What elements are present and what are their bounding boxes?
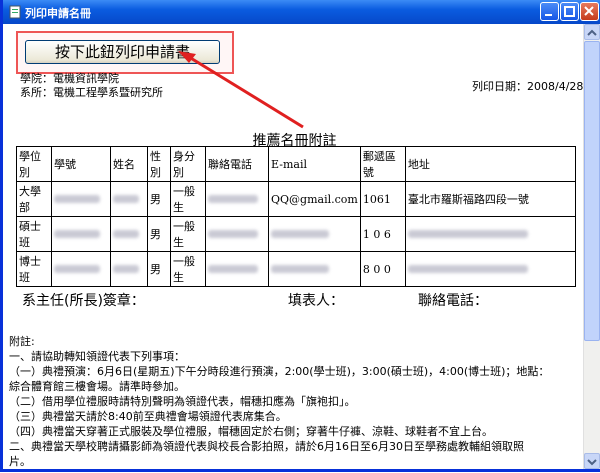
vertical-scrollbar[interactable] <box>583 24 600 469</box>
contact-phone-label: 聯絡電話： <box>418 293 488 309</box>
scroll-down-button[interactable] <box>584 453 600 469</box>
notes-section: 附註: 一、請協助轉知領證代表下列事項： （一）典禮預演：6月6日(星期五)下午… <box>9 334 579 469</box>
chevron-down-icon <box>587 459 597 466</box>
cell-address <box>404 251 576 287</box>
minimize-button[interactable] <box>540 2 559 21</box>
cell-student-id <box>51 251 111 287</box>
close-icon <box>584 6 594 16</box>
cell-name <box>110 251 148 287</box>
cell-zip: 8 0 0 <box>359 251 406 287</box>
close-button[interactable] <box>580 2 599 21</box>
note-line: 一、請協助轉知領證代表下列事項： <box>9 350 185 363</box>
window-title: 列印申請名冊 <box>25 7 91 20</box>
note-line: （一）典禮預演：6月6日(星期五)下午分時段進行預演，2:00(學士班)，3:0… <box>9 365 550 378</box>
notes-heading: 附註: <box>9 335 35 348</box>
note-line: （三）典禮當天請於8:40前至典禮會場領證代表席集合。 <box>9 410 287 423</box>
chair-signature-label: 系主任(所長)簽章： <box>22 293 145 309</box>
note-line: 二、典禮當天學校聘請攝影師為領證代表與校長合影拍照，請於6月16日至6月30日至… <box>9 440 524 453</box>
maximize-button[interactable] <box>560 2 579 21</box>
cell-degree: 博士班 <box>16 251 52 287</box>
document-icon <box>9 5 21 19</box>
cell-identity: 一般生 <box>170 251 206 287</box>
filler-signature-label: 填表人： <box>288 293 344 309</box>
cell-email <box>268 251 361 287</box>
annotation-arrow <box>178 51 304 129</box>
note-line: （四）典禮當天穿著正式服裝及學位禮服，帽穗固定於右側；穿著牛仔褲、涼鞋、球鞋者不… <box>9 425 493 438</box>
page-content: 按下此鈕列印申請書 學院：電機資訊學院 系所：電機工程學系暨研究所 列印日期：2… <box>6 24 583 469</box>
table-row: 博士班 男 一般生 8 0 0 <box>16 251 576 287</box>
cell-phone <box>205 251 269 287</box>
chevron-up-icon <box>587 29 597 36</box>
note-line: 綜合體育館三樓會場。請準時參加。 <box>9 380 185 393</box>
scroll-thumb[interactable] <box>584 41 600 341</box>
maximize-icon <box>564 6 575 17</box>
title-bar[interactable]: 列印申請名冊 <box>3 0 600 24</box>
browser-window: 列印申請名冊 按下此鈕列印申請書 學院：電機資訊學院 系所：電機工程學系暨研究所… <box>0 0 600 472</box>
note-line: （二）借用學位禮服時請特別聲明為領證代表，帽穗扣應為「旗袍扣」。 <box>9 395 356 408</box>
scroll-up-button[interactable] <box>584 24 600 40</box>
minimize-icon <box>545 14 552 16</box>
cell-gender: 男 <box>147 251 171 287</box>
note-line: 片。 <box>9 455 31 468</box>
